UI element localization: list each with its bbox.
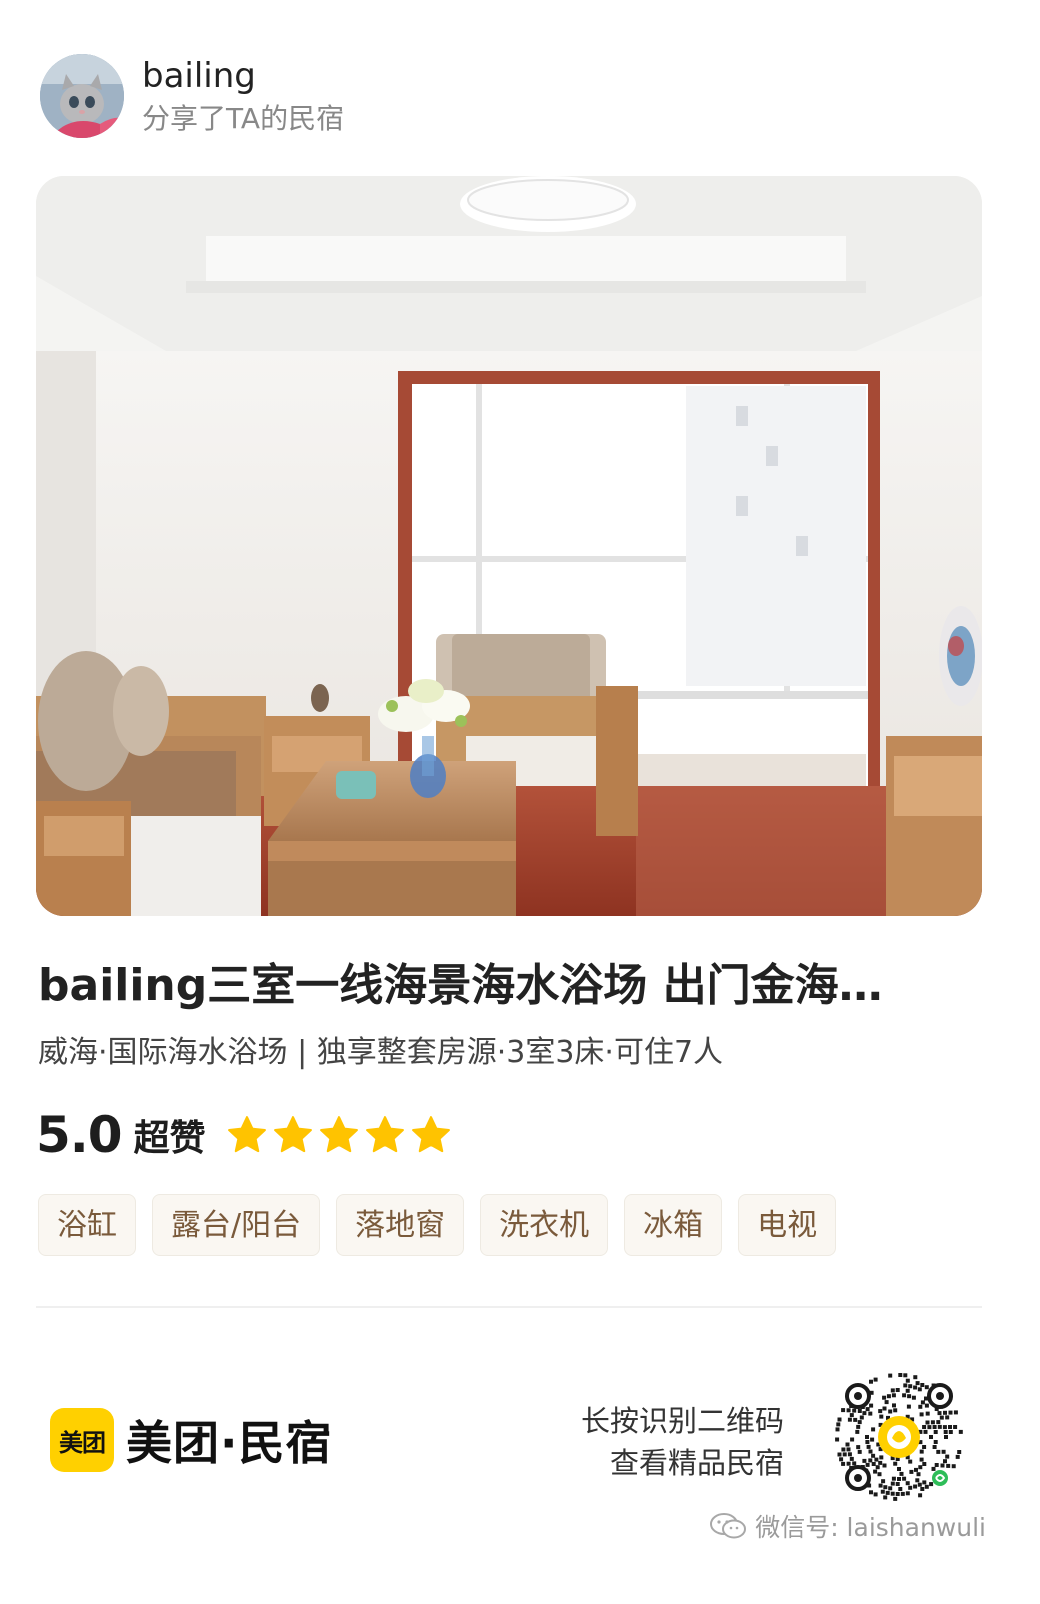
amenity-tag: 露台/阳台 bbox=[152, 1194, 321, 1256]
qr-caption: 长按识别二维码 查看精品民宿 bbox=[581, 1400, 784, 1484]
divider bbox=[36, 1306, 982, 1308]
meituan-logo: 美团 bbox=[50, 1408, 114, 1472]
amenity-tag: 冰箱 bbox=[624, 1194, 723, 1256]
listing-title[interactable]: bailing三室一线海景海水浴场 出门金海… bbox=[38, 950, 998, 1022]
rating-score: 5.0 bbox=[36, 1106, 123, 1164]
star-icon bbox=[318, 1114, 360, 1156]
mini-program-qr-code[interactable] bbox=[834, 1372, 964, 1502]
rating-row: 5.0 超赞 bbox=[36, 1100, 456, 1170]
user-subtitle: 分享了TA的民宿 bbox=[142, 102, 345, 135]
watermark: 微信号: laishanwuli bbox=[709, 1506, 986, 1546]
listing-photo[interactable] bbox=[36, 176, 982, 916]
qr-caption-line1: 长按识别二维码 bbox=[580, 1404, 784, 1438]
living-room-photo bbox=[36, 176, 982, 916]
star-icon bbox=[272, 1114, 314, 1156]
amenity-tag: 浴缸 bbox=[38, 1194, 136, 1256]
user-header: bailing 分享了TA的民宿 bbox=[40, 52, 344, 140]
listing-meta: 威海·国际海水浴场 | 独享整套房源·3室3床·可住7人 bbox=[38, 1035, 724, 1070]
qr-caption-line2: 查看精品民宿 bbox=[609, 1446, 784, 1480]
amenity-tag: 电视 bbox=[738, 1194, 837, 1256]
brand: 美团 美团·民宿 bbox=[50, 1404, 332, 1476]
user-text: bailing 分享了TA的民宿 bbox=[142, 54, 344, 138]
user-name[interactable]: bailing bbox=[142, 54, 344, 98]
star-icon bbox=[226, 1114, 268, 1156]
amenity-tags: 浴缸 露台/阳台 落地窗 洗衣机 冰箱 电视 bbox=[38, 1194, 852, 1256]
star-icon bbox=[410, 1114, 452, 1156]
qr-code-icon bbox=[835, 1373, 963, 1501]
avatar[interactable] bbox=[40, 54, 124, 138]
rating-label: 超赞 bbox=[133, 1118, 206, 1159]
amenity-tag: 落地窗 bbox=[336, 1194, 465, 1256]
brand-name: 美团·民宿 bbox=[126, 1416, 333, 1470]
star-icon bbox=[364, 1114, 406, 1156]
rating-stars bbox=[226, 1114, 456, 1156]
avatar-cat-image bbox=[40, 54, 124, 138]
amenity-tag: 洗衣机 bbox=[480, 1194, 609, 1256]
watermark-text: 微信号: laishanwuli bbox=[755, 1513, 986, 1542]
wechat-icon bbox=[709, 1511, 747, 1541]
